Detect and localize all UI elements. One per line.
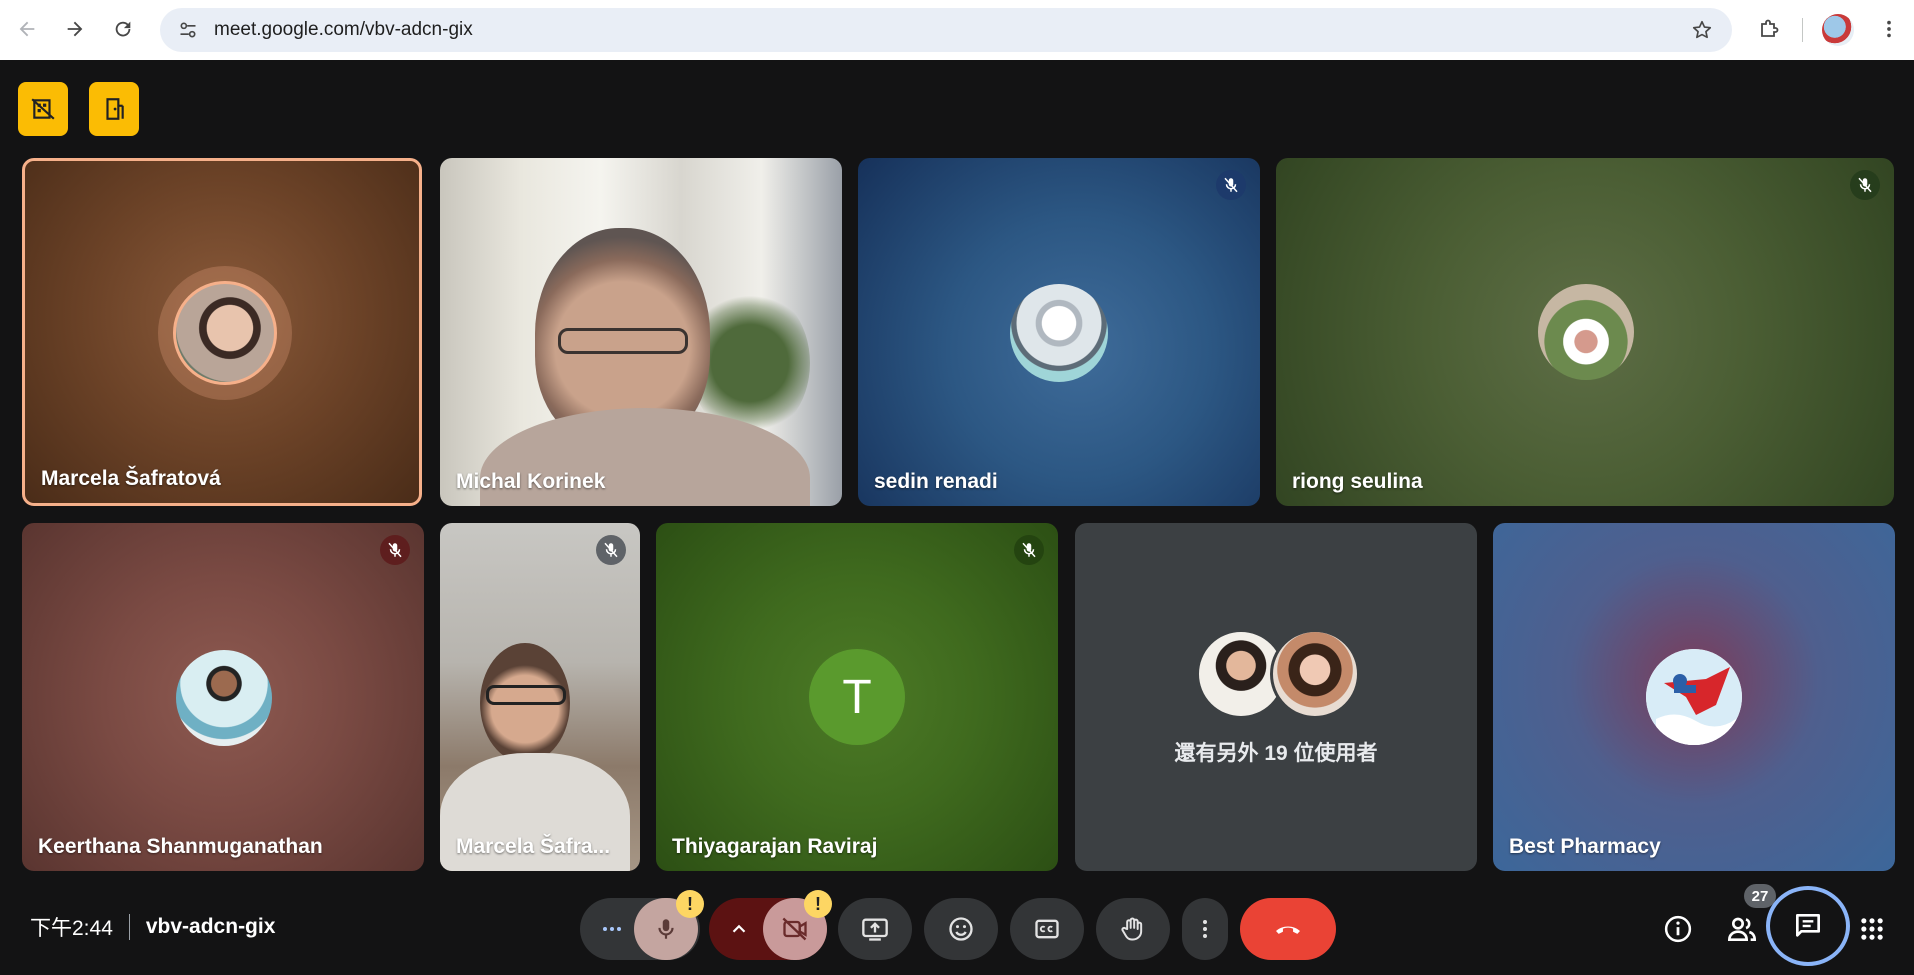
avatar	[1646, 649, 1742, 745]
participant-name: riong seulina	[1292, 470, 1423, 493]
divider	[128, 914, 130, 940]
more-vert-icon	[1887, 20, 1891, 38]
present-screen-button[interactable]	[838, 898, 912, 960]
closed-caption-icon	[1035, 919, 1059, 939]
muted-indicator	[1850, 170, 1880, 200]
participant-tile[interactable]: Best Pharmacy	[1493, 523, 1895, 871]
present-to-all-icon	[862, 918, 888, 941]
forward-arrow-icon	[67, 21, 83, 37]
mic-off-icon	[1858, 177, 1872, 193]
others-tile[interactable]: 還有另外 19 位使用者	[1075, 523, 1477, 871]
camera-warning-badge[interactable]: !	[804, 890, 832, 918]
participant-name: Marcela Šafra...	[456, 835, 611, 858]
address-bar[interactable]: meet.google.com/vbv-adcn-gix	[160, 8, 1732, 52]
meeting-details: 下午2:44 vbv-adcn-gix	[30, 912, 275, 942]
chevron-up-icon	[732, 924, 746, 933]
apps-grid-icon	[1861, 918, 1883, 940]
forward-button[interactable]	[60, 14, 90, 44]
meeting-details-button[interactable]	[1656, 907, 1700, 951]
participant-tile[interactable]: Keerthana Shanmuganathan	[22, 523, 424, 871]
bookmark-star-icon[interactable]	[1690, 18, 1714, 42]
more-vert-icon	[1203, 920, 1207, 938]
video-person-glasses	[486, 685, 566, 705]
avatar-initial: T	[842, 670, 872, 724]
captions-button[interactable]	[1010, 898, 1084, 960]
activities-button[interactable]	[1850, 907, 1894, 951]
mic-off-icon	[388, 542, 402, 558]
send-reaction-button[interactable]	[924, 898, 998, 960]
toolbar-divider	[1802, 18, 1803, 42]
profile-avatar[interactable]	[1822, 14, 1854, 46]
participant-tile[interactable]: sedin renadi	[858, 158, 1260, 506]
avatar	[1270, 629, 1360, 719]
browser-menu-button[interactable]	[1874, 14, 1904, 44]
video-person-glasses	[558, 328, 688, 354]
puzzle-icon	[1761, 19, 1779, 37]
back-arrow-icon	[19, 21, 35, 37]
reload-button[interactable]	[108, 14, 138, 44]
breakout-rooms-button[interactable]	[89, 82, 139, 136]
url-text: meet.google.com/vbv-adcn-gix	[214, 19, 473, 40]
people-button[interactable]	[1720, 907, 1764, 951]
no-video-building-icon	[31, 98, 55, 120]
camera-options-button[interactable]	[717, 907, 761, 951]
door-icon	[106, 98, 124, 120]
raise-hand-button[interactable]	[1096, 898, 1170, 960]
people-icon	[1727, 917, 1757, 941]
more-horiz-icon	[603, 927, 621, 931]
videocam-off-icon	[782, 917, 807, 941]
superhero-logo-icon	[1646, 649, 1742, 745]
participant-tile[interactable]: Marcela Šafra...	[440, 523, 640, 871]
site-settings-icon[interactable]	[176, 18, 200, 42]
others-count-label: 還有另外 19 位使用者	[1174, 742, 1378, 765]
muted-indicator	[596, 535, 626, 565]
participant-tile[interactable]: riong seulina	[1276, 158, 1894, 506]
participant-tile[interactable]: T Thiyagarajan Raviraj	[656, 523, 1058, 871]
chat-icon	[1796, 914, 1820, 937]
participant-tile[interactable]: Marcela Šafratová	[22, 158, 422, 506]
mic-off-icon	[1224, 177, 1238, 193]
avatar	[173, 281, 277, 385]
avatar	[176, 650, 272, 746]
host-controls-button[interactable]	[18, 82, 68, 136]
muted-indicator	[1216, 170, 1246, 200]
participant-name: sedin renadi	[874, 470, 998, 493]
mic-icon	[658, 919, 674, 939]
participant-name: Keerthana Shanmuganathan	[38, 835, 323, 858]
extensions-button[interactable]	[1754, 14, 1784, 44]
info-icon	[1664, 915, 1692, 943]
clock-time: 下午2:44	[30, 917, 113, 940]
muted-indicator	[1014, 535, 1044, 565]
participant-name: Marcela Šafratová	[41, 467, 221, 490]
mic-off-icon	[1022, 542, 1036, 558]
initial-avatar: T	[809, 649, 905, 745]
leave-call-button[interactable]	[1240, 898, 1336, 960]
participant-tile[interactable]: Michal Korinek	[440, 158, 842, 506]
muted-indicator	[380, 535, 410, 565]
more-options-button[interactable]	[1182, 898, 1228, 960]
browser-toolbar: meet.google.com/vbv-adcn-gix	[0, 0, 1914, 60]
call-end-icon	[1276, 926, 1300, 934]
participant-name: Best Pharmacy	[1509, 835, 1661, 858]
participant-name: Thiyagarajan Raviraj	[672, 835, 878, 858]
hand-icon	[1121, 917, 1143, 941]
avatar	[1538, 284, 1634, 380]
mic-off-icon	[604, 542, 618, 558]
avatar	[1010, 284, 1108, 382]
reload-icon	[115, 21, 131, 37]
emoji-icon	[949, 917, 973, 941]
back-button[interactable]	[12, 14, 42, 44]
meeting-code: vbv-adcn-gix	[145, 915, 276, 938]
mic-warning-badge[interactable]: !	[676, 890, 704, 918]
audio-options-button[interactable]	[590, 907, 634, 951]
participant-name: Michal Korinek	[456, 470, 606, 493]
chat-button[interactable]	[1766, 886, 1850, 966]
